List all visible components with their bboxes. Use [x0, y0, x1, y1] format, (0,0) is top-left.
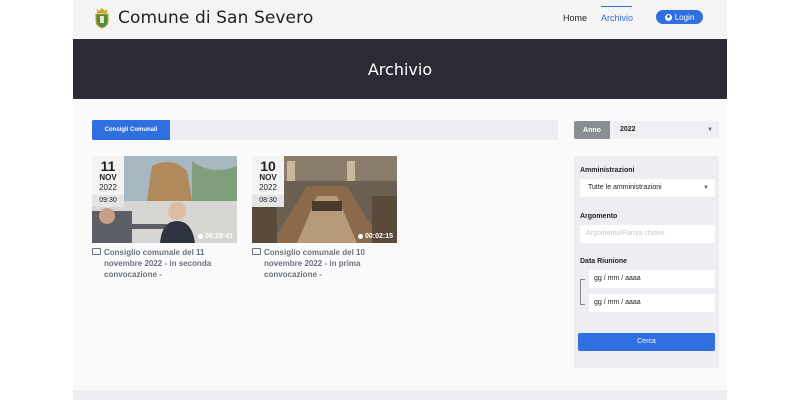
date-to-input[interactable]: gg / mm / aaaa: [589, 294, 715, 312]
video-title[interactable]: Consiglio comunale del 10 novembre 2022 …: [264, 247, 389, 280]
amministrazioni-select[interactable]: Tutte le amministrazioni ▼: [580, 179, 715, 197]
anno-label: Anno: [574, 121, 610, 139]
date-range-bracket: [580, 279, 585, 305]
filter-panel: Amministrazioni Tutte le amministrazioni…: [574, 156, 719, 368]
nav-archivio-link[interactable]: Archivio: [601, 13, 633, 23]
site-title[interactable]: Comune di San Severo: [118, 8, 313, 28]
video-duration: 00:02:15: [357, 233, 393, 240]
amministrazioni-label: Amministrazioni: [580, 167, 635, 174]
search-button[interactable]: Cerca: [578, 333, 715, 351]
timer-icon: [197, 234, 203, 239]
argomento-label: Argomento: [580, 213, 618, 220]
top-navbar: Comune di San Severo Home Archivio Login: [73, 0, 727, 39]
argomento-input[interactable]: Argomento/Parola chiave: [580, 225, 715, 243]
video-duration: 06:29:41: [197, 233, 233, 240]
date-month: NOV: [99, 173, 117, 182]
video-thumbnail[interactable]: 11 NOV 2022 09:30 06:29:41: [92, 156, 237, 243]
video-icon: [252, 248, 261, 255]
nav-active-indicator: [601, 6, 632, 7]
nav-home-link[interactable]: Home: [563, 13, 587, 23]
anno-value: 2022: [620, 126, 636, 133]
date-badge: 11 NOV 2022 09:30: [92, 156, 124, 207]
date-month: NOV: [259, 173, 277, 182]
video-card[interactable]: 11 NOV 2022 09:30 06:29:41 Consiglio com…: [92, 156, 237, 279]
coat-of-arms-logo[interactable]: [93, 7, 111, 29]
date-year: 2022: [99, 183, 117, 192]
footer-strip: [73, 390, 727, 400]
chevron-down-icon: ▼: [703, 185, 709, 191]
date-time: 08:30: [252, 195, 284, 207]
date-day: 10: [260, 158, 276, 174]
video-icon: [92, 248, 101, 255]
date-badge: 10 NOV 2022 08:30: [252, 156, 284, 207]
login-button[interactable]: Login: [656, 10, 703, 24]
tab-consigli-comunali[interactable]: Consigli Comunali: [92, 120, 170, 140]
user-icon: [664, 13, 672, 21]
amministrazioni-value: Tutte le amministrazioni: [588, 184, 662, 191]
date-from-input[interactable]: gg / mm / aaaa: [589, 270, 715, 288]
page-container: Comune di San Severo Home Archivio Login…: [73, 0, 727, 400]
login-label: Login: [674, 12, 695, 22]
date-year: 2022: [259, 183, 277, 192]
video-thumbnail[interactable]: 10 NOV 2022 08:30 00:02:15: [252, 156, 397, 243]
date-day: 11: [100, 158, 116, 174]
timer-icon: [357, 234, 363, 239]
data-riunione-label: Data Riunione: [580, 258, 628, 265]
video-title[interactable]: Consiglio comunale del 11 novembre 2022 …: [104, 247, 229, 280]
page-title: Archivio: [367, 60, 433, 79]
chevron-down-icon: ▼: [707, 127, 713, 133]
video-card[interactable]: 10 NOV 2022 08:30 00:02:15 Consiglio com…: [252, 156, 397, 279]
date-time: 09:30: [92, 195, 124, 207]
anno-select[interactable]: 2022 ▼: [610, 121, 719, 139]
duration-label: 00:02:15: [364, 233, 393, 240]
duration-label: 06:29:41: [204, 233, 233, 240]
